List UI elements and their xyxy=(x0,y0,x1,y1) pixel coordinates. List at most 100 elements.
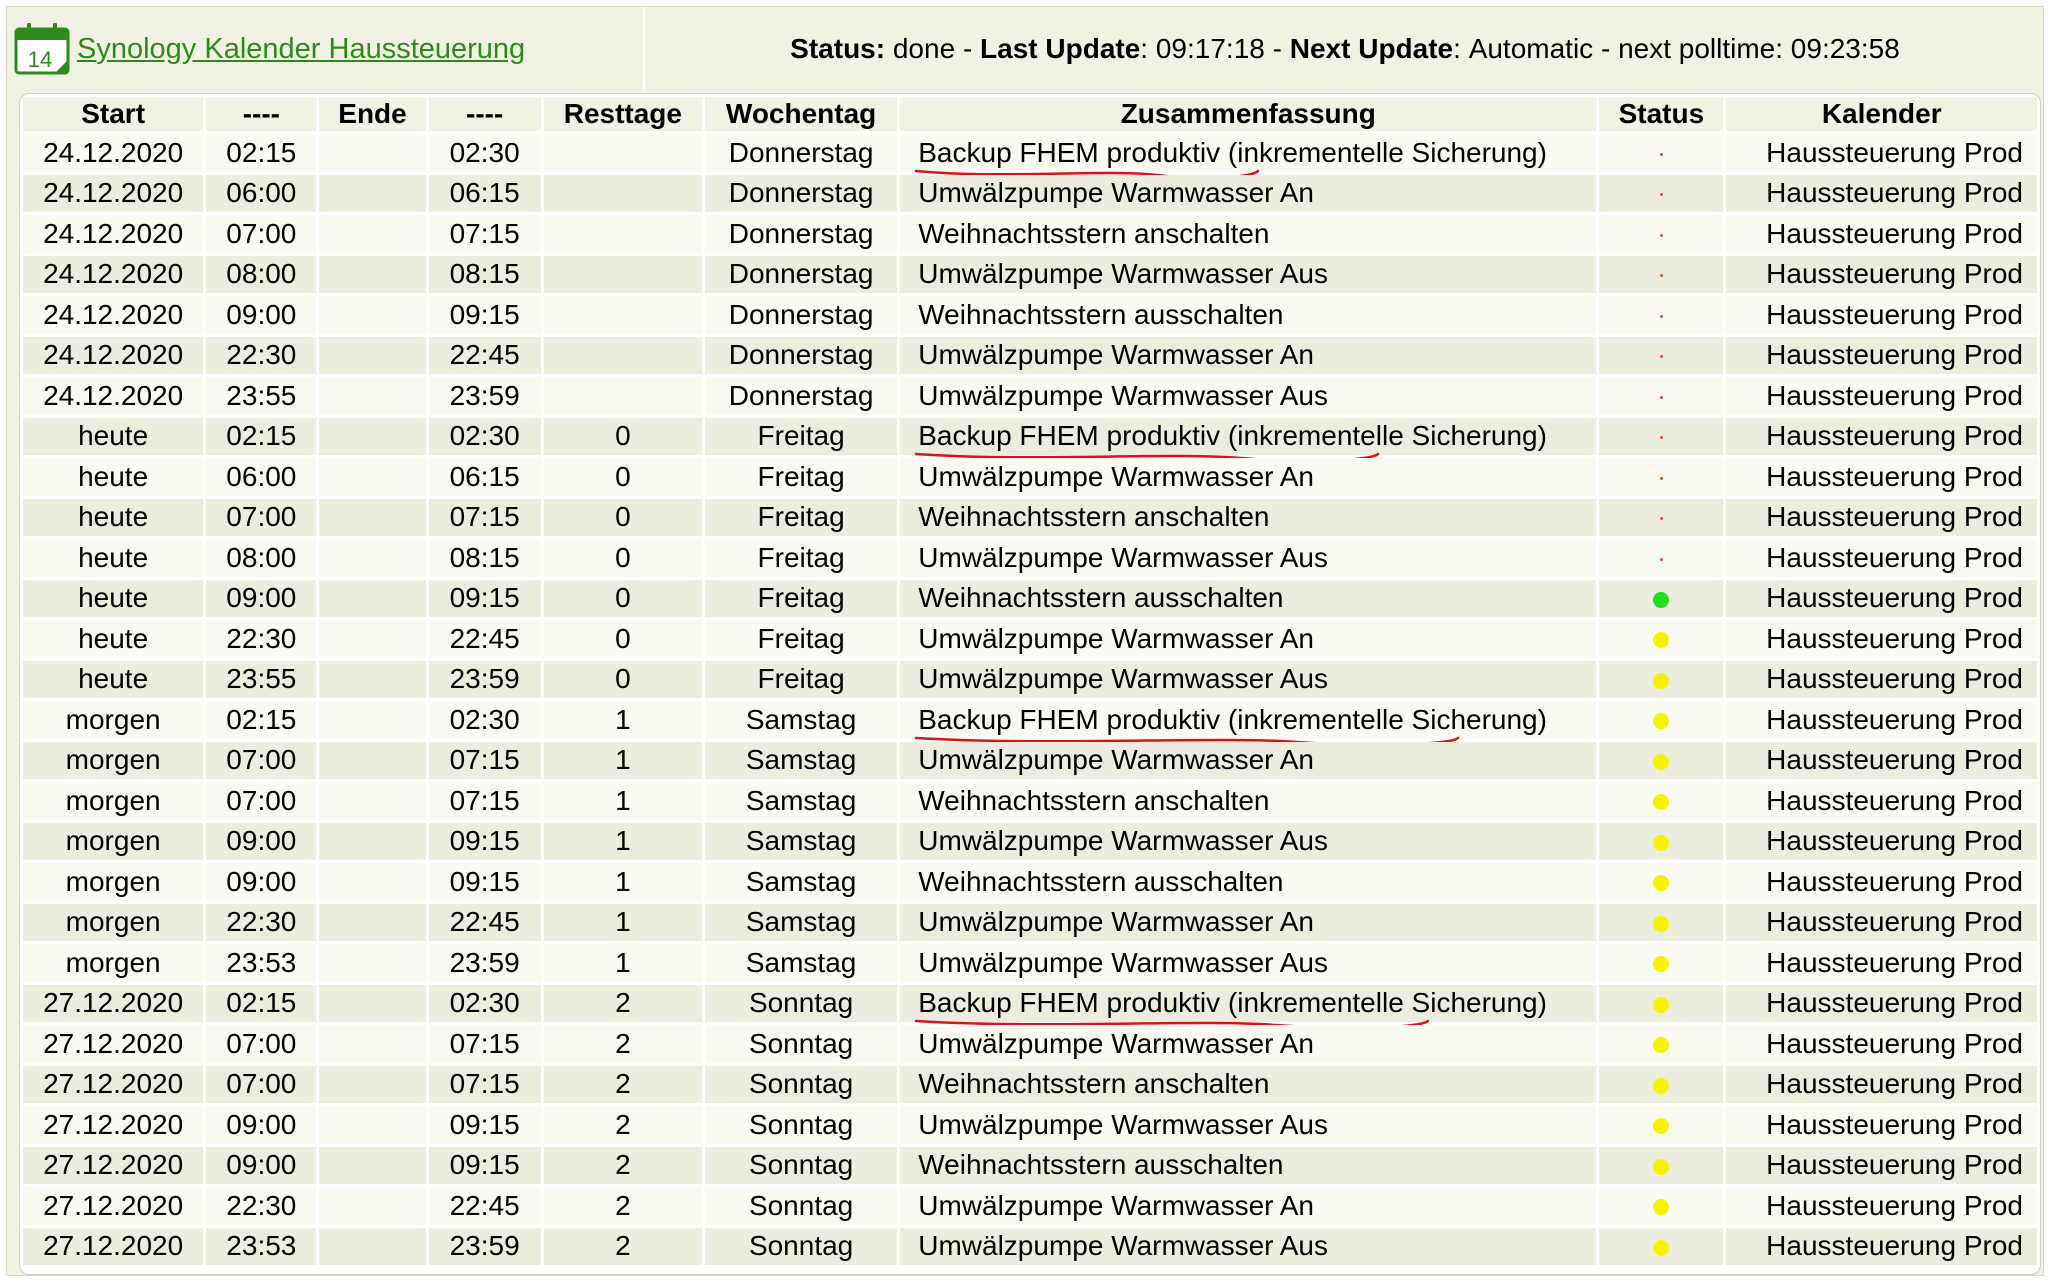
cell-start: morgen xyxy=(23,701,204,739)
table-body: 24.12.2020 02:15 02:30 Donnerstag Backup FHE… xyxy=(23,134,2037,1265)
cell-wochentag: Freitag xyxy=(704,417,898,455)
cell-resttage: 0 xyxy=(543,458,702,496)
cell-start-time: 09:00 xyxy=(206,1106,317,1144)
cell-start: heute xyxy=(23,417,204,455)
cell-start-time: 08:00 xyxy=(206,255,317,293)
summary-text: Weihnachtsstern ausschalten xyxy=(918,865,1284,897)
status-indicator-yellow xyxy=(1653,996,1670,1013)
table-row: morgen 07:00 07:15 1 Samstag Umwälzpumpe Warm… xyxy=(23,741,2037,779)
cell-start-time: 07:00 xyxy=(206,1025,317,1063)
cell-kalender: Haussteuerung Prod xyxy=(1726,822,2037,860)
events-table-container: Start ---- Ende ---- Resttage Wochentag Zusamm… xyxy=(19,93,2041,1275)
cell-resttage: 1 xyxy=(543,863,702,901)
cell-summary: Umwälzpumpe Warmwasser Aus xyxy=(900,944,1597,982)
cell-resttage: 2 xyxy=(543,984,702,1022)
table-row: 27.12.2020 09:00 09:15 2 Sonntag Umwälzpumpe … xyxy=(23,1106,2037,1144)
column-header-status: Status xyxy=(1599,97,1724,131)
cell-summary: Weihnachtsstern ausschalten xyxy=(900,863,1597,901)
cell-start-time: 22:30 xyxy=(206,336,317,374)
cell-status xyxy=(1599,377,1724,415)
cell-summary: Weihnachtsstern ausschalten xyxy=(900,1146,1597,1184)
cell-start: 27.12.2020 xyxy=(23,1146,204,1184)
cell-kalender: Haussteuerung Prod xyxy=(1726,296,2037,334)
table-row: heute 02:15 02:30 0 Freitag Backup FHEM produ… xyxy=(23,417,2037,463)
cell-end xyxy=(319,296,426,334)
cell-end-time: 22:45 xyxy=(428,1187,541,1225)
summary-text: Weihnachtsstern anschalten xyxy=(918,501,1270,533)
cell-start-time: 07:00 xyxy=(206,215,317,253)
cell-end-time: 02:30 xyxy=(428,701,541,739)
cell-wochentag: Sonntag xyxy=(704,1106,898,1144)
cell-end-time: 22:45 xyxy=(428,336,541,374)
calendar-device-link[interactable]: Synology Kalender Haussteuerung xyxy=(77,33,525,66)
cell-status xyxy=(1599,944,1724,982)
column-header-start: Start xyxy=(23,97,204,131)
summary-text: Backup FHEM produktiv (inkrementelle Sic… xyxy=(915,420,1547,463)
cell-summary: Backup FHEM produktiv (inkrementelle Sic… xyxy=(900,701,1597,746)
cell-start: morgen xyxy=(23,822,204,860)
cell-start: heute xyxy=(23,660,204,698)
cell-end-time: 22:45 xyxy=(428,620,541,658)
cell-end xyxy=(319,1025,426,1063)
cell-status xyxy=(1599,296,1724,334)
cell-status xyxy=(1599,660,1724,698)
cell-end xyxy=(319,620,426,658)
cell-resttage: 1 xyxy=(543,701,702,739)
cell-kalender: Haussteuerung Prod xyxy=(1726,498,2037,536)
cell-start: morgen xyxy=(23,741,204,779)
cell-summary: Backup FHEM produktiv (inkrementelle Sic… xyxy=(900,417,1597,463)
cell-start-time: 09:00 xyxy=(206,863,317,901)
column-header-start-time: ---- xyxy=(206,97,317,131)
cell-start: morgen xyxy=(23,944,204,982)
cell-summary: Umwälzpumpe Warmwasser Aus xyxy=(900,255,1597,293)
status-indicator-red xyxy=(1659,395,1663,399)
summary-text: Umwälzpumpe Warmwasser Aus xyxy=(918,825,1328,857)
table-row: heute 09:00 09:15 0 Freitag Weihnachtsstern a… xyxy=(23,579,2037,617)
cell-start-time: 09:00 xyxy=(206,579,317,617)
cell-status xyxy=(1599,782,1724,820)
cell-start: 24.12.2020 xyxy=(23,134,204,172)
cell-end xyxy=(319,822,426,860)
cell-wochentag: Freitag xyxy=(704,660,898,698)
calendar-device-panel: 14 Synology Kalender Haussteuerung Statu… xyxy=(6,6,2044,1276)
table-header-row: Start ---- Ende ---- Resttage Wochentag Zusamm… xyxy=(23,97,2037,131)
summary-text: Backup FHEM produktiv (inkrementelle Sic… xyxy=(915,987,1547,1030)
cell-kalender: Haussteuerung Prod xyxy=(1726,377,2037,415)
svg-text:14: 14 xyxy=(28,47,52,72)
table-row: morgen 22:30 22:45 1 Samstag Umwälzpumpe Warm… xyxy=(23,903,2037,941)
cell-start-time: 07:00 xyxy=(206,1065,317,1103)
status-indicator-yellow xyxy=(1653,632,1670,649)
cell-resttage xyxy=(543,296,702,334)
summary-text: Umwälzpumpe Warmwasser Aus xyxy=(918,663,1328,695)
last-update-value: 09:17:18 xyxy=(1155,33,1265,64)
cell-start-time: 08:00 xyxy=(206,539,317,577)
summary-text: Umwälzpumpe Warmwasser Aus xyxy=(918,258,1328,290)
cell-end xyxy=(319,1227,426,1265)
cell-wochentag: Samstag xyxy=(704,903,898,941)
cell-resttage xyxy=(543,134,702,172)
status-indicator-red xyxy=(1659,436,1663,440)
table-row: heute 07:00 07:15 0 Freitag Weihnachtsstern a… xyxy=(23,498,2037,536)
cell-status xyxy=(1599,1187,1724,1225)
cell-summary: Weihnachtsstern anschalten xyxy=(900,498,1597,536)
cell-start-time: 23:55 xyxy=(206,377,317,415)
summary-text: Umwälzpumpe Warmwasser An xyxy=(918,177,1314,209)
status-indicator-red xyxy=(1659,517,1663,521)
cell-summary: Weihnachtsstern ausschalten xyxy=(900,296,1597,334)
table-row: 24.12.2020 22:30 22:45 Donnerstag Umwälzpump… xyxy=(23,336,2037,374)
cell-status xyxy=(1599,1227,1724,1265)
cell-end-time: 09:15 xyxy=(428,822,541,860)
cell-wochentag: Freitag xyxy=(704,620,898,658)
cell-wochentag: Sonntag xyxy=(704,1227,898,1265)
cell-summary: Umwälzpumpe Warmwasser An xyxy=(900,458,1597,496)
cell-status xyxy=(1599,336,1724,374)
cell-end xyxy=(319,863,426,901)
summary-text: Backup FHEM produktiv (inkrementelle Sic… xyxy=(915,704,1547,746)
column-header-end-time: ---- xyxy=(428,97,541,131)
table-row: 24.12.2020 09:00 09:15 Donnerstag Weihnachts… xyxy=(23,296,2037,334)
cell-end xyxy=(319,1146,426,1184)
cell-start-time: 22:30 xyxy=(206,903,317,941)
status-indicator-yellow xyxy=(1653,834,1670,851)
cell-summary: Umwälzpumpe Warmwasser An xyxy=(900,174,1597,212)
cell-kalender: Haussteuerung Prod xyxy=(1726,1025,2037,1063)
